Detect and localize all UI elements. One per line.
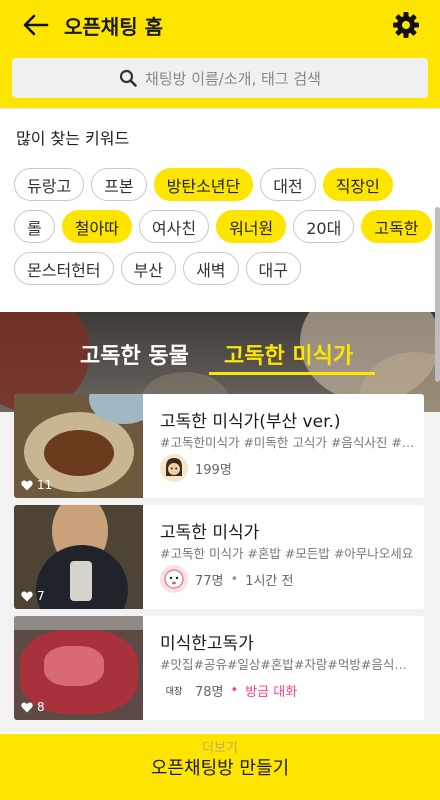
keyword-row-3: 몬스터헌터 부산 새벽 대구 — [14, 252, 434, 287]
like-count-value: 11 — [37, 478, 53, 492]
member-count: 78명 — [195, 684, 224, 700]
room-thumbnail: 8 — [14, 616, 143, 720]
keywords-title: 많이 찾는 키워드 — [16, 129, 130, 148]
member-count: 199명 — [195, 462, 232, 478]
character-avatar-icon — [166, 458, 182, 476]
back-arrow-icon — [23, 14, 49, 36]
like-count-value: 7 — [37, 589, 45, 603]
room-title: 미식한고독가 — [160, 634, 254, 654]
app-header: 오픈채팅 홈 — [0, 0, 440, 50]
room-meta: 77명 • 1시간 전 — [160, 563, 293, 595]
back-button[interactable] — [12, 7, 60, 43]
heart-icon — [21, 591, 33, 601]
keyword-chip[interactable]: 대전 — [260, 168, 316, 201]
more-label: 더보기 — [202, 741, 238, 756]
recent-activity-dot: • — [230, 682, 239, 698]
room-title: 고독한 미식가 — [160, 523, 260, 543]
more-link[interactable]: 더보기 — [0, 737, 440, 756]
face-avatar-icon — [164, 569, 184, 589]
keyword-chip[interactable]: 몬스터헌터 — [14, 252, 114, 285]
chat-room-card[interactable]: 8 미식한고독가 #맛집#공유#일상#혼밥#자랑#먹방#음식짤#… 대장 78명… — [14, 616, 424, 720]
room-thumbnail: 11 — [14, 394, 143, 498]
keyword-chip[interactable]: 방탄소년단 — [153, 168, 254, 201]
search-input[interactable]: 채팅방 이름/소개, 태그 검색 — [12, 58, 428, 98]
keyword-chip[interactable]: 대구 — [245, 252, 301, 285]
chat-room-card[interactable]: 11 고독한 미식가(부산 ver.) #고독한미식가 #미독한 고식가 #음식… — [14, 394, 424, 498]
page-title: 오픈채팅 홈 — [64, 14, 163, 39]
popular-keywords-section: 많이 찾는 키워드 듀랑고 프본 방탄소년단 대전 직장인 롤 철아따 여사친 … — [0, 108, 440, 312]
keyword-chip[interactable]: 새벽 — [183, 252, 239, 285]
tab-lonely-gourmet[interactable]: 고독한 미식가 — [224, 338, 353, 370]
keyword-row-2: 롤 철아따 여사친 워너원 20대 고독한 — [14, 210, 434, 245]
keyword-chip[interactable]: 철아따 — [61, 210, 132, 243]
keyword-chip[interactable]: 고독한 — [361, 210, 432, 243]
like-count: 11 — [21, 478, 52, 492]
keyword-chip[interactable]: 직장인 — [322, 168, 393, 201]
chat-room-card[interactable]: 7 고독한 미식가 #고독한 미식가 #혼밥 #모든밥 #아무나오세요 77명 … — [14, 505, 424, 609]
room-host-avatar — [160, 565, 188, 593]
keyword-chip[interactable]: 여사친 — [138, 210, 210, 243]
room-meta: 대장 78명 • 방금 대화 — [160, 674, 297, 706]
scrollbar[interactable] — [435, 207, 440, 382]
search-icon — [119, 69, 137, 87]
room-tags: #고독한미식가 #미독한 고식가 #음식사진 #… — [160, 435, 415, 450]
room-tags: #고독한 미식가 #혼밥 #모든밥 #아무나오세요 — [160, 546, 414, 561]
tab-lonely-animal[interactable]: 고독한 동물 — [80, 338, 189, 370]
keyword-row-1: 듀랑고 프본 방탄소년단 대전 직장인 — [14, 168, 434, 203]
room-meta: 199명 — [160, 452, 232, 484]
heart-icon — [21, 702, 33, 712]
like-count: 7 — [21, 589, 45, 603]
meta-separator: • — [230, 571, 239, 587]
room-title: 고독한 미식가(부산 ver.) — [160, 412, 341, 432]
keyword-chip[interactable]: 워너원 — [216, 210, 287, 243]
like-count-value: 8 — [37, 700, 45, 714]
keyword-chip[interactable]: 프본 — [91, 168, 147, 201]
last-activity-time: 1시간 전 — [245, 573, 294, 589]
room-host-avatar: 대장 — [160, 676, 188, 704]
room-host-avatar — [160, 454, 188, 482]
keyword-chip[interactable]: 20대 — [293, 210, 355, 243]
member-count: 77명 — [195, 573, 224, 589]
avatar-text: 대장 — [165, 686, 183, 697]
keyword-chip[interactable]: 부산 — [120, 252, 177, 285]
keyword-chip[interactable]: 듀랑고 — [14, 168, 85, 201]
room-thumbnail: 7 — [14, 505, 143, 609]
active-tab-indicator — [209, 372, 375, 375]
gear-icon — [393, 12, 419, 38]
keyword-chip-rows: 듀랑고 프본 방탄소년단 대전 직장인 롤 철아따 여사친 워너원 20대 고독… — [14, 168, 434, 294]
search-placeholder: 채팅방 이름/소개, 태그 검색 — [145, 69, 321, 88]
keyword-chip[interactable]: 롤 — [14, 210, 55, 243]
room-tags: #맛집#공유#일상#혼밥#자랑#먹방#음식짤#… — [160, 657, 418, 672]
settings-button[interactable] — [388, 7, 424, 43]
recent-activity-text: 방금 대화 — [245, 684, 298, 700]
heart-icon — [21, 480, 33, 490]
like-count: 8 — [21, 700, 45, 714]
search-area: 채팅방 이름/소개, 태그 검색 — [0, 50, 440, 108]
